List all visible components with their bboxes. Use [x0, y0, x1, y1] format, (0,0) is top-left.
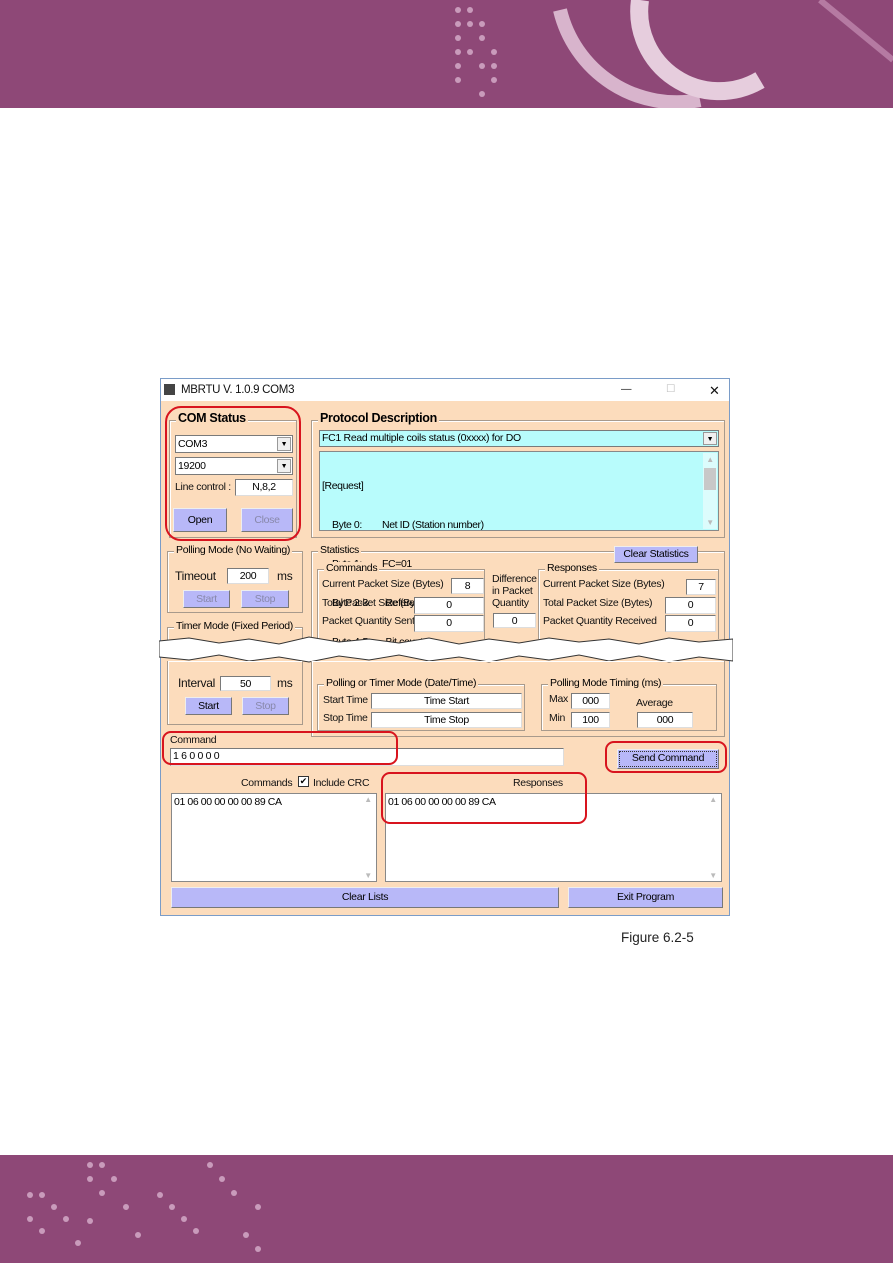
cmd-sent: 0: [414, 615, 484, 632]
max-field: 000: [571, 693, 610, 709]
mbrtu-window: MBRTU V. 1.0.9 COM3 — ☐ ✕ COM Status COM…: [159, 378, 733, 916]
close-button[interactable]: ✕: [709, 383, 720, 399]
highlight-responses: [381, 772, 587, 824]
scrollbar[interactable]: ▲ ▼: [361, 795, 375, 880]
header-band: [0, 0, 893, 110]
difference-label: in Packet: [492, 585, 533, 597]
commands-list-label: Commands: [241, 777, 293, 789]
timeout-label: Timeout: [175, 569, 216, 583]
function-select[interactable]: FC1 Read multiple coils status (0xxxx) f…: [319, 430, 719, 447]
average-label: Average: [636, 697, 673, 709]
max-label: Max: [549, 693, 568, 705]
exit-program-button[interactable]: Exit Program: [568, 887, 723, 908]
timer-start-button[interactable]: Start: [185, 697, 232, 715]
chevron-down-icon: ▼: [703, 432, 717, 445]
timeout-input[interactable]: 200: [227, 568, 269, 584]
clear-statistics-button[interactable]: Clear Statistics: [614, 546, 698, 563]
difference-label: Quantity: [492, 597, 529, 609]
start-time-label: Start Time: [323, 694, 368, 706]
polling-stop-button[interactable]: Stop: [241, 590, 289, 608]
include-crc-checkbox[interactable]: ✔: [298, 776, 309, 787]
start-time-field: Time Start: [371, 693, 522, 709]
stop-time-field: Time Stop: [371, 712, 522, 728]
difference-value: 0: [493, 613, 536, 628]
min-label: Min: [549, 712, 566, 724]
window-title: MBRTU V. 1.0.9 COM3: [181, 384, 295, 396]
interval-input[interactable]: 50: [220, 676, 271, 691]
difference-label: Difference: [492, 573, 537, 585]
title-bar: MBRTU V. 1.0.9 COM3 — ☐ ✕: [161, 379, 729, 401]
footer-band: [0, 1155, 893, 1263]
stop-time-label: Stop Time: [323, 712, 368, 724]
maximize-button[interactable]: ☐: [666, 383, 675, 395]
cmd-current-size: 8: [451, 578, 484, 594]
highlight-command: [162, 731, 398, 765]
min-field: 100: [571, 712, 610, 728]
header-decoration: [455, 0, 893, 110]
resp-current-label: Current Packet Size (Bytes): [543, 578, 665, 590]
timeout-unit: ms: [277, 569, 293, 583]
resp-total-label: Total Packet Size (Bytes): [543, 597, 653, 609]
average-field: 000: [637, 712, 693, 728]
resp-total-size: 0: [665, 597, 716, 614]
cmd-total-size: 0: [414, 597, 484, 614]
clear-lists-button[interactable]: Clear Lists: [171, 887, 559, 908]
packet-sent-label: Packet Quantity Sent: [322, 615, 415, 627]
polling-start-button[interactable]: Start: [183, 590, 230, 608]
footer-decoration: [27, 1162, 261, 1252]
timer-mode-group-lower: [167, 661, 303, 725]
scrollbar[interactable]: ▲ ▼: [703, 453, 717, 529]
resp-current-size: 7: [686, 579, 716, 595]
highlight-com-status: [165, 406, 301, 541]
list-item[interactable]: 01 06 00 00 00 00 89 CA: [174, 796, 374, 808]
scrollbar[interactable]: ▲ ▼: [706, 795, 720, 880]
include-crc-label: Include CRC: [313, 777, 370, 789]
commands-list[interactable]: 01 06 00 00 00 00 89 CA ▲ ▼: [171, 793, 377, 882]
interval-unit: ms: [277, 676, 293, 690]
current-packet-label: Current Packet Size (Bytes): [322, 578, 444, 590]
interval-label: Interval: [178, 676, 215, 690]
figure-caption: Figure 6.2-5: [621, 930, 694, 945]
app-icon: [164, 384, 175, 395]
resp-received: 0: [665, 615, 716, 632]
timer-stop-button[interactable]: Stop: [242, 697, 289, 715]
protocol-text: [Request] Byte 0: Net ID (Station number…: [319, 451, 719, 648]
highlight-send-command: [605, 741, 727, 773]
resp-received-label: Packet Quantity Received: [543, 615, 657, 627]
minimize-button[interactable]: —: [621, 383, 632, 395]
